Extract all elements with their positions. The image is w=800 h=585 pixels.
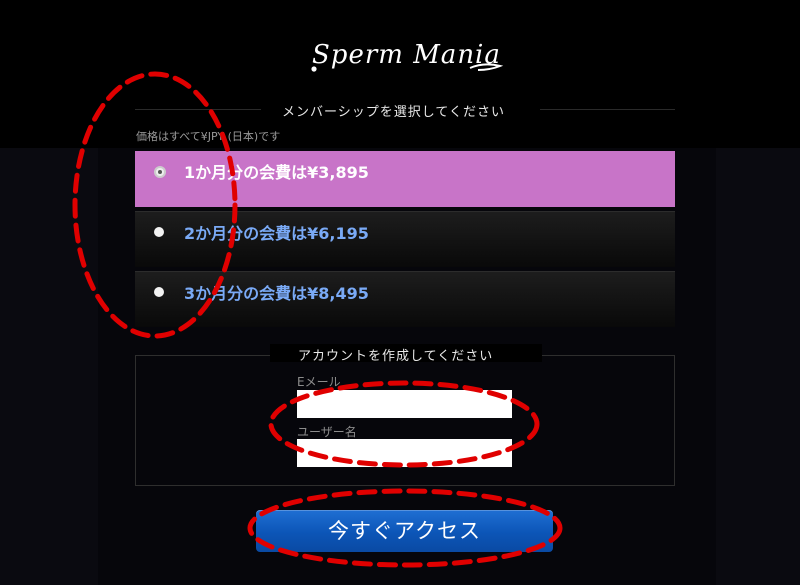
account-title: アカウントを作成してください [298,349,494,364]
radio-selected-icon[interactable] [154,166,166,178]
radio-icon[interactable] [154,287,164,297]
price-note: 価格はすべて¥JPY (日本)です [136,130,281,143]
membership-divider-left [135,109,261,110]
email-field[interactable] [297,390,512,418]
plan-option-1-month[interactable]: 1か月分の会費は¥3,895 [135,151,675,207]
plan-label: 2か月分の会費は¥6,195 [184,224,369,243]
logo-swash-icon [311,63,504,72]
background-left [0,148,98,585]
plan-option-3-month[interactable]: 3か月分の会費は¥8,495 [135,271,675,327]
plan-label: 3か月分の会費は¥8,495 [184,284,369,303]
email-label: Eメール [297,375,341,389]
plan-label: 1か月分の会費は¥3,895 [184,163,369,182]
username-field[interactable] [297,439,512,467]
membership-divider-right [540,109,675,110]
access-now-button[interactable]: 今すぐアクセス [256,510,553,552]
membership-title: メンバーシップを選択してください [282,105,505,120]
site-logo[interactable]: Sperm Mania [300,38,510,88]
background-right [716,148,800,585]
radio-icon[interactable] [154,227,164,237]
username-label: ユーザー名 [297,425,357,439]
plan-option-2-month[interactable]: 2か月分の会費は¥6,195 [135,211,675,267]
